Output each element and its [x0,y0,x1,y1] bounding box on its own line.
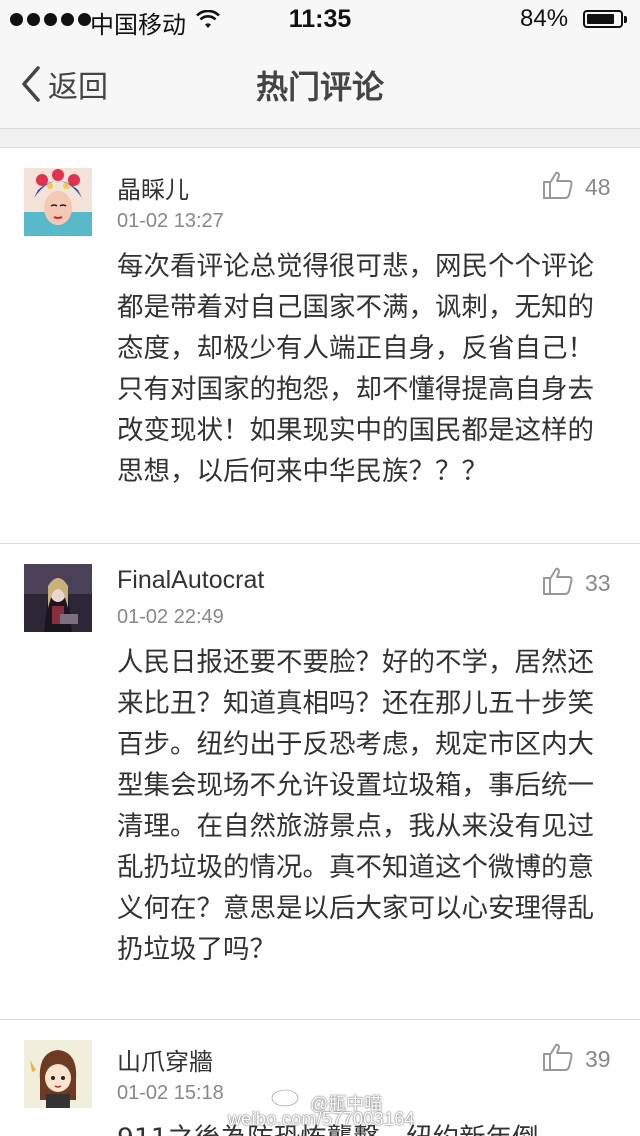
comment-username[interactable]: 晶睬儿 [117,170,189,205]
comment-item: 晶睬儿 01-02 13:27 48 每次看评论总觉得很可悲，网民个个评论都是带… [0,148,640,544]
thumbs-up-icon [543,1043,573,1071]
comment-username[interactable]: FinalAutocrat [117,566,264,595]
page-title: 热门评论 [255,68,384,106]
weibo-logo-icon [271,1085,302,1107]
battery-percentage: 84% [520,5,569,32]
thumbs-up-icon [543,567,573,595]
thumbs-up-icon [543,171,573,199]
avatar[interactable] [24,168,92,236]
comment-timestamp: 01-02 13:27 [117,210,224,232]
avatar[interactable] [24,1040,92,1108]
comment-item: FinalAutocrat 01-02 22:49 33 人民日报还要不要脸？好… [0,544,640,1020]
like-button[interactable]: 48 [542,170,632,204]
comment-text: 每次看评论总觉得很可悲，网民个个评论都是带着对自己国家不满，讽刺，无知的态度，却… [117,251,594,487]
like-count: 39 [585,1046,611,1072]
like-button[interactable]: 33 [542,566,632,600]
like-count: 33 [585,570,611,596]
avatar[interactable] [24,564,92,632]
like-button[interactable]: 39 [542,1042,632,1076]
status-bar: 中国移动 11:35 84% [0,0,640,40]
like-count: 48 [585,174,611,200]
comment-timestamp: 01-02 15:18 [117,1082,224,1104]
comment-timestamp: 01-02 22:49 [117,606,224,628]
weibo-watermark: @瓶中喵 weibo.com/5770031​64 [228,1082,468,1134]
navigation-bar: 返回 热门评论 [0,40,640,129]
section-separator [0,129,640,148]
battery-icon [583,10,627,28]
comment-username[interactable]: 山爪穿牆 [117,1042,213,1077]
comment-text: 人民日报还要不要脸？好的不学，居然还来比丑？知道真相吗？还在那儿五十步笑百步。纽… [117,647,594,965]
watermark-url: weibo.com/5770031​64 [228,1109,415,1129]
